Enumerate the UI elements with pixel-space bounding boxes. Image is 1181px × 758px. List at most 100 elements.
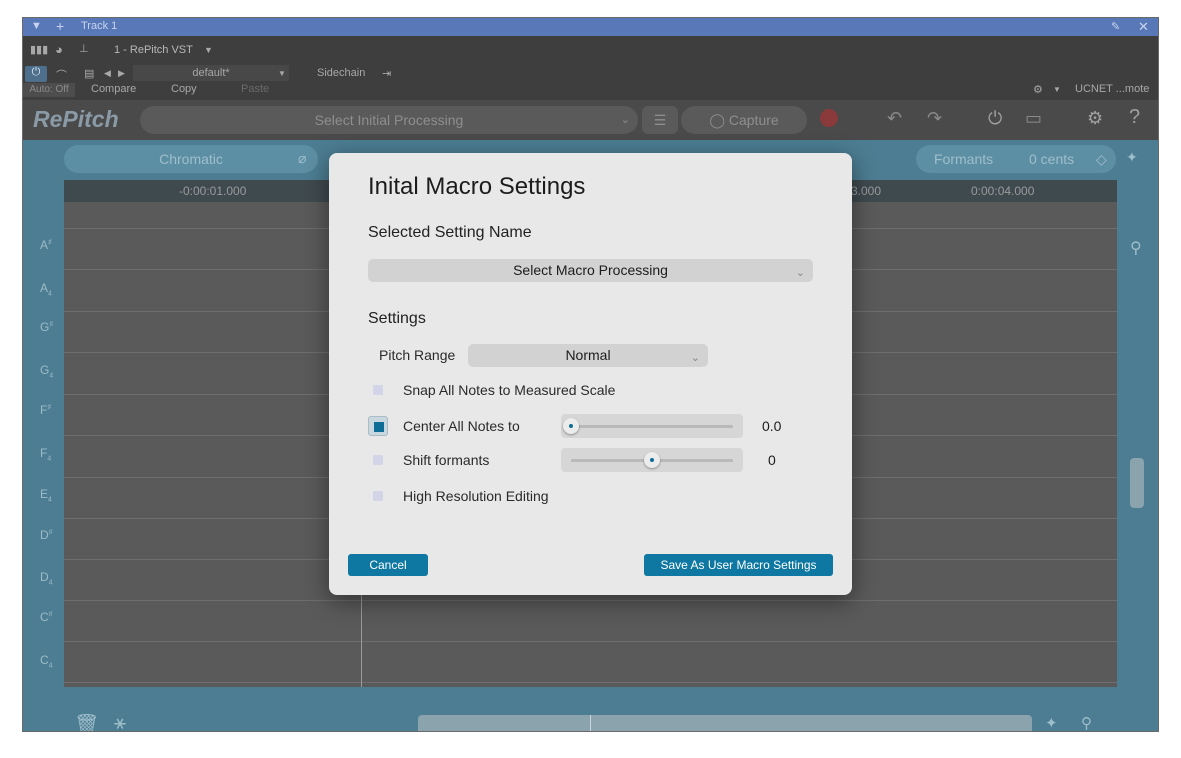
close-icon[interactable]: ✕: [1138, 19, 1149, 35]
shift-formants-checkbox[interactable]: [373, 455, 383, 465]
cancel-button[interactable]: Cancel: [348, 554, 428, 576]
snap-checkbox[interactable]: [373, 385, 383, 395]
selected-setting-heading: Selected Setting Name: [368, 224, 532, 241]
horizontal-zoom-icon[interactable]: ⚲: [1081, 714, 1092, 731]
host-toolbar: ▮▮▮ ◕ ⊥ 1 - RePitch VST ▼ ⏻ ⌒ ▤ ◀ ▶ defa…: [23, 36, 1158, 100]
pitch-range-select[interactable]: Normal ⌄: [468, 344, 708, 367]
copy-button[interactable]: Copy: [171, 83, 197, 95]
center-checkbox[interactable]: [368, 416, 388, 436]
center-label: Center All Notes to: [403, 418, 520, 434]
help-icon[interactable]: ?: [1129, 106, 1140, 129]
center-slider[interactable]: [561, 414, 743, 438]
dialog-title: Inital Macro Settings: [368, 173, 586, 200]
file-icon[interactable]: ▤: [84, 67, 94, 80]
initial-processing-label: Select Initial Processing: [314, 112, 464, 128]
scale-select[interactable]: Chromatic: [64, 145, 318, 173]
capture-button[interactable]: ◯ Capture: [681, 106, 807, 134]
routing-icon[interactable]: ⊥: [79, 42, 89, 55]
capture-label: Capture: [728, 112, 779, 128]
trash-icon[interactable]: 🗑: [74, 712, 99, 731]
scroll-position-marker: [590, 715, 591, 731]
note-label: G4: [40, 363, 54, 380]
sidechain-label[interactable]: Sidechain: [317, 67, 365, 79]
chevron-down-icon[interactable]: ▼: [204, 45, 213, 55]
formants-label: Formants: [934, 151, 994, 167]
split-icon[interactable]: ⚹: [114, 712, 126, 731]
chevron-down-icon: ⌄: [620, 114, 630, 126]
chevron-down-icon: ⌄: [795, 267, 805, 279]
add-icon[interactable]: +: [56, 18, 64, 34]
redo-icon[interactable]: ↷: [927, 108, 942, 129]
dial-icon[interactable]: ◕: [55, 42, 63, 57]
vertical-zoom-icon[interactable]: ⚲: [1130, 238, 1142, 258]
grid-line: [64, 641, 1117, 642]
initial-processing-select[interactable]: Select Initial Processing ⌄: [140, 106, 638, 134]
vertical-scrollbar[interactable]: [1130, 458, 1144, 508]
macro-processing-select[interactable]: Select Macro Processing ⌄: [368, 259, 813, 282]
repitch-logo: RePitch: [33, 106, 119, 132]
note-label: D4: [40, 570, 53, 587]
note-label: F♯: [40, 403, 51, 417]
settings-heading: Settings: [368, 310, 426, 327]
snap-label: Snap All Notes to Measured Scale: [403, 382, 616, 398]
prev-preset-icon[interactable]: ◀: [104, 68, 111, 79]
waveform-zoom-icon[interactable]: ✦: [1045, 714, 1058, 731]
plugin-slot[interactable]: 1 - RePitch VST: [114, 44, 193, 56]
track-titlebar: ▼ + Track 1 ✎ ✕: [23, 18, 1158, 36]
compare-button[interactable]: Compare: [91, 83, 136, 95]
bars-icon[interactable]: ▮▮▮: [30, 43, 48, 56]
lock-window-icon[interactable]: ▭: [1025, 108, 1042, 129]
gear-icon[interactable]: ⚙: [1087, 108, 1103, 129]
arc-icon[interactable]: ⌒: [56, 67, 67, 83]
formants-control[interactable]: Formants 0 cents ◇: [916, 145, 1116, 173]
grid-line: [64, 600, 1117, 601]
snap-off-icon[interactable]: ⌀: [298, 150, 306, 167]
note-label: A4: [40, 281, 52, 298]
pitch-range-value: Normal: [565, 347, 611, 363]
checkmark-fill: [374, 422, 384, 432]
horizontal-scrollbar[interactable]: [418, 715, 1032, 731]
pin-icon[interactable]: ✎: [1111, 20, 1120, 33]
note-label: E4: [40, 487, 52, 504]
remote-label[interactable]: UCNET ...mote: [1075, 83, 1149, 95]
formant-zoom-icon[interactable]: ✦: [1126, 149, 1138, 166]
slider-thumb[interactable]: [644, 452, 660, 468]
preset-select[interactable]: default*: [133, 65, 289, 81]
save-macro-button[interactable]: Save As User Macro Settings: [644, 554, 833, 576]
power-icon[interactable]: ⏻: [25, 66, 47, 82]
ruler-tick: -0:00:01.000: [179, 184, 247, 198]
power-icon[interactable]: ⏻: [988, 108, 1002, 129]
sidechain-input-icon[interactable]: ⇥: [382, 67, 391, 80]
plugin-header: RePitch Select Initial Processing ⌄ ☰ ◯ …: [23, 100, 1158, 140]
ruler-tick: 3.000: [851, 184, 882, 198]
track-title: Track 1: [81, 20, 118, 32]
shift-formants-value: 0: [768, 452, 776, 468]
next-preset-icon[interactable]: ▶: [118, 68, 125, 79]
shift-formants-slider[interactable]: [561, 448, 743, 472]
stepper-icon[interactable]: ◇: [1096, 145, 1107, 173]
chevron-down-icon: ⌄: [690, 352, 700, 364]
editor-bottom-bar: 🗑 ⚹ ✦ ⚲: [23, 692, 1158, 731]
scale-label: Chromatic: [159, 151, 223, 167]
high-res-checkbox[interactable]: [373, 491, 383, 501]
auto-toggle[interactable]: Auto: Off: [23, 83, 75, 97]
chevron-down-icon[interactable]: ▼: [278, 69, 286, 78]
macro-settings-dialog: Inital Macro Settings Selected Setting N…: [329, 153, 852, 595]
sliders-button[interactable]: ☰: [642, 106, 678, 134]
cents-value[interactable]: 0 cents: [1029, 145, 1074, 173]
high-res-label: High Resolution Editing: [403, 488, 549, 504]
center-value: 0.0: [762, 418, 782, 434]
note-label: F4: [40, 446, 52, 463]
note-label: G♯: [40, 320, 53, 334]
pitch-range-label: Pitch Range: [379, 347, 456, 363]
gear-icon[interactable]: ⚙: [1033, 83, 1043, 96]
paste-button[interactable]: Paste: [241, 83, 269, 95]
grid-line: [64, 682, 1117, 683]
undo-icon[interactable]: ↶: [887, 108, 902, 129]
shift-formants-label: Shift formants: [403, 452, 490, 468]
alert-icon[interactable]: [820, 109, 838, 127]
note-label: C♯: [40, 610, 53, 624]
slider-thumb[interactable]: [563, 418, 579, 434]
chevron-down-icon[interactable]: ▼: [1053, 85, 1061, 94]
collapse-icon[interactable]: ▼: [31, 20, 42, 32]
